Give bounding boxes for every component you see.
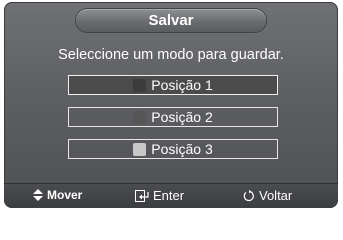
- return-label: Voltar: [259, 188, 293, 203]
- position-2-color-swatch: [133, 110, 147, 124]
- footer-enter: Enter: [135, 188, 184, 203]
- footer-bar: Mover Enter Voltar: [4, 183, 338, 208]
- save-dialog: Salvar Seleccione um modo para guardar. …: [4, 2, 338, 208]
- enter-icon: [135, 189, 149, 202]
- option-label: Posição 1: [151, 77, 213, 93]
- dialog-title: Salvar: [76, 9, 266, 32]
- footer-return: Voltar: [243, 188, 292, 203]
- move-label: Mover: [47, 188, 83, 202]
- enter-label: Enter: [153, 188, 185, 203]
- up-down-arrows-icon: [33, 189, 43, 201]
- position-3-color-swatch: [133, 142, 147, 156]
- position-1-color-swatch: [133, 78, 147, 92]
- option-label: Posição 3: [151, 141, 213, 157]
- dialog-prompt: Seleccione um modo para guardar.: [58, 47, 284, 63]
- option-position-3[interactable]: Posição 3: [68, 139, 278, 159]
- return-icon: [243, 189, 254, 201]
- option-label: Posição 2: [151, 109, 213, 125]
- option-position-2[interactable]: Posição 2: [68, 107, 278, 127]
- option-position-1[interactable]: Posição 1: [68, 75, 278, 95]
- footer-move: Mover: [33, 188, 82, 202]
